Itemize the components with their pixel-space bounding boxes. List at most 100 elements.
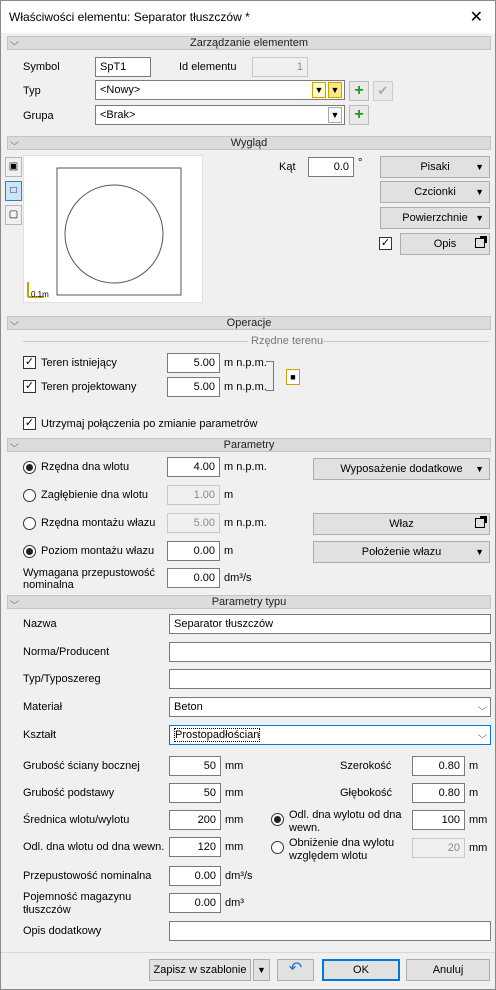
grupa-combo[interactable]: <Brak> xyxy=(95,105,345,125)
kat-input[interactable]: 0.0 xyxy=(308,157,354,177)
grupa-dropdown-icon[interactable]: ▼ xyxy=(328,107,342,123)
typ-label: Typ xyxy=(23,85,41,97)
poziom-montazu-radio[interactable] xyxy=(23,545,36,558)
poziom-montazu-input[interactable]: 0.00 xyxy=(167,541,220,561)
pisaki-button[interactable]: Pisaki ▼ xyxy=(380,156,490,178)
add-typ-icon[interactable]: + xyxy=(349,81,369,101)
unit-label: m n.p.m. xyxy=(224,357,267,369)
odl-wylotu-label-1: Odl. dna wylotu od dna xyxy=(289,809,402,821)
typ-bulb-icon[interactable]: ▼ xyxy=(312,82,326,98)
rzedna-montazu-input: 5.00 xyxy=(167,513,220,533)
wymagana-label-1: Wymagana przepustowość xyxy=(23,567,155,579)
opis-button[interactable]: Opis xyxy=(400,233,490,255)
nazwa-input[interactable]: Separator tłuszczów xyxy=(169,614,491,634)
dropdown-arrow-icon: ▼ xyxy=(475,162,484,172)
pojemnosc-input[interactable]: 0.00 xyxy=(169,893,221,913)
add-grupa-icon[interactable]: + xyxy=(349,105,369,125)
typ-value: <Nowy> xyxy=(100,84,141,96)
lock-icon[interactable]: ■ xyxy=(286,369,300,385)
odl-wylotu-label-2: wewn. xyxy=(289,822,321,834)
unit-label: mm xyxy=(225,787,244,799)
camera-icon[interactable]: ▣ xyxy=(5,157,22,177)
view-3d-icon[interactable]: ▢ xyxy=(5,205,22,225)
symbol-input[interactable]: SpT1 xyxy=(95,57,151,77)
ok-button[interactable]: OK xyxy=(322,959,400,981)
glebokosc-input[interactable]: 0.80 xyxy=(412,783,465,803)
section-header-type-parameters[interactable]: ⌵ Parametry typu xyxy=(7,595,491,609)
unit-label: dm³ xyxy=(225,897,244,909)
id-label: Id elementu xyxy=(179,61,237,73)
typ-save-icon[interactable]: ▼ xyxy=(328,82,342,98)
section-header-parameters[interactable]: ⌵ Parametry xyxy=(7,438,491,452)
obnizenie-radio[interactable] xyxy=(271,841,284,854)
zapisz-button[interactable]: Zapisz w szablonie xyxy=(149,959,251,981)
anuluj-button[interactable]: Anuluj xyxy=(406,959,490,981)
view-2d-icon[interactable]: □ xyxy=(5,181,22,201)
opis-dodatkowy-label: Opis dodatkowy xyxy=(23,925,102,937)
grubosc-sciany-label: Grubość ściany bocznej xyxy=(23,760,140,772)
teren-istniejacy-input[interactable]: 5.00 xyxy=(167,353,220,373)
teren-projektowany-input[interactable]: 5.00 xyxy=(167,377,220,397)
grubosc-sciany-input[interactable]: 50 xyxy=(169,756,221,776)
utrzymaj-checkbox[interactable]: ✓ xyxy=(23,417,36,430)
preview-drawing xyxy=(27,167,182,298)
open-dialog-icon xyxy=(475,516,487,528)
odl-wylotu-radio[interactable] xyxy=(271,813,284,826)
teren-istniejacy-checkbox[interactable]: ✓ xyxy=(23,356,36,369)
rzedna-montazu-radio[interactable] xyxy=(23,517,36,530)
material-label: Materiał xyxy=(23,701,63,713)
obnizenie-label-1: Obniżenie dna wylotu xyxy=(289,837,395,849)
czcionki-button[interactable]: Czcionki ▼ xyxy=(380,181,490,203)
rzedna-dna-radio[interactable] xyxy=(23,461,36,474)
close-icon[interactable]: ✕ xyxy=(470,7,483,27)
ok-label: OK xyxy=(353,964,369,976)
opis-dodatkowy-input[interactable] xyxy=(169,921,491,941)
unit-label: mm xyxy=(469,814,488,826)
link-bracket xyxy=(266,361,274,391)
section-title: Operacje xyxy=(226,317,272,329)
section-header-management[interactable]: ⌵ Zarządzanie elementem xyxy=(7,36,491,50)
opis-checkbox[interactable]: ✓ xyxy=(379,237,392,250)
wlaz-button[interactable]: Właz xyxy=(313,513,490,535)
unit-label: mm xyxy=(225,760,244,772)
wymagana-input[interactable]: 0.00 xyxy=(167,568,220,588)
scale-label: 0.1m xyxy=(31,290,49,299)
dropdown-arrow-icon: ▼ xyxy=(475,213,484,223)
unit-label: mm xyxy=(469,842,488,854)
srednica-label: Średnica wlotu/wylotu xyxy=(23,814,130,826)
czcionki-label: Czcionki xyxy=(414,186,456,198)
section-header-operations[interactable]: ⌵ Operacje xyxy=(7,316,491,330)
szerokosc-input[interactable]: 0.80 xyxy=(412,756,465,776)
section-title: Zarządzanie elementem xyxy=(189,37,308,49)
odl-dna-label: Odl. dna wlotu od dna wewn. xyxy=(23,841,165,853)
zapisz-dropdown-button[interactable]: ▼ xyxy=(253,959,270,981)
norma-input[interactable] xyxy=(169,642,491,662)
przepustowosc-input[interactable]: 0.00 xyxy=(169,866,221,886)
dialog-window: Właściwości elementu: Separator tłuszczó… xyxy=(0,0,496,990)
nazwa-label: Nazwa xyxy=(23,618,57,630)
przepustowosc-label: Przepustowość nominalna xyxy=(23,870,152,882)
typoszereg-input[interactable] xyxy=(169,669,491,689)
teren-istniejacy-label: Teren istniejący xyxy=(41,357,117,369)
teren-projektowany-checkbox[interactable]: ✓ xyxy=(23,380,36,393)
undo-icon[interactable]: ↶ xyxy=(277,959,314,981)
odl-wylotu-input[interactable]: 100 xyxy=(412,810,465,830)
grubosc-podstawy-input[interactable]: 50 xyxy=(169,783,221,803)
wyposazenie-button[interactable]: Wyposażenie dodatkowe ▼ xyxy=(313,458,490,480)
typ-combo[interactable]: <Nowy> xyxy=(95,80,345,100)
rzedna-montazu-label: Rzędna montażu włazu xyxy=(41,517,156,529)
srednica-input[interactable]: 200 xyxy=(169,810,221,830)
rzedna-dna-input[interactable]: 4.00 xyxy=(167,457,220,477)
polozenie-button[interactable]: Położenie włazu ▼ xyxy=(313,541,490,563)
ksztalt-select[interactable]: Prostopadłościan ⌵ xyxy=(169,725,491,745)
section-header-appearance[interactable]: ⌵ Wygląd xyxy=(7,136,491,150)
material-select[interactable]: Beton ⌵ xyxy=(169,697,491,717)
section-title: Parametry xyxy=(223,439,275,451)
chevron-down-icon: ⌵ xyxy=(477,730,488,740)
zaglebienie-radio[interactable] xyxy=(23,489,36,502)
symbol-label: Symbol xyxy=(23,61,60,73)
unit-label: dm³/s xyxy=(225,870,253,882)
odl-dna-input[interactable]: 120 xyxy=(169,837,221,857)
divider xyxy=(23,341,248,342)
powierzchnie-button[interactable]: Powierzchnie ▼ xyxy=(380,207,490,229)
